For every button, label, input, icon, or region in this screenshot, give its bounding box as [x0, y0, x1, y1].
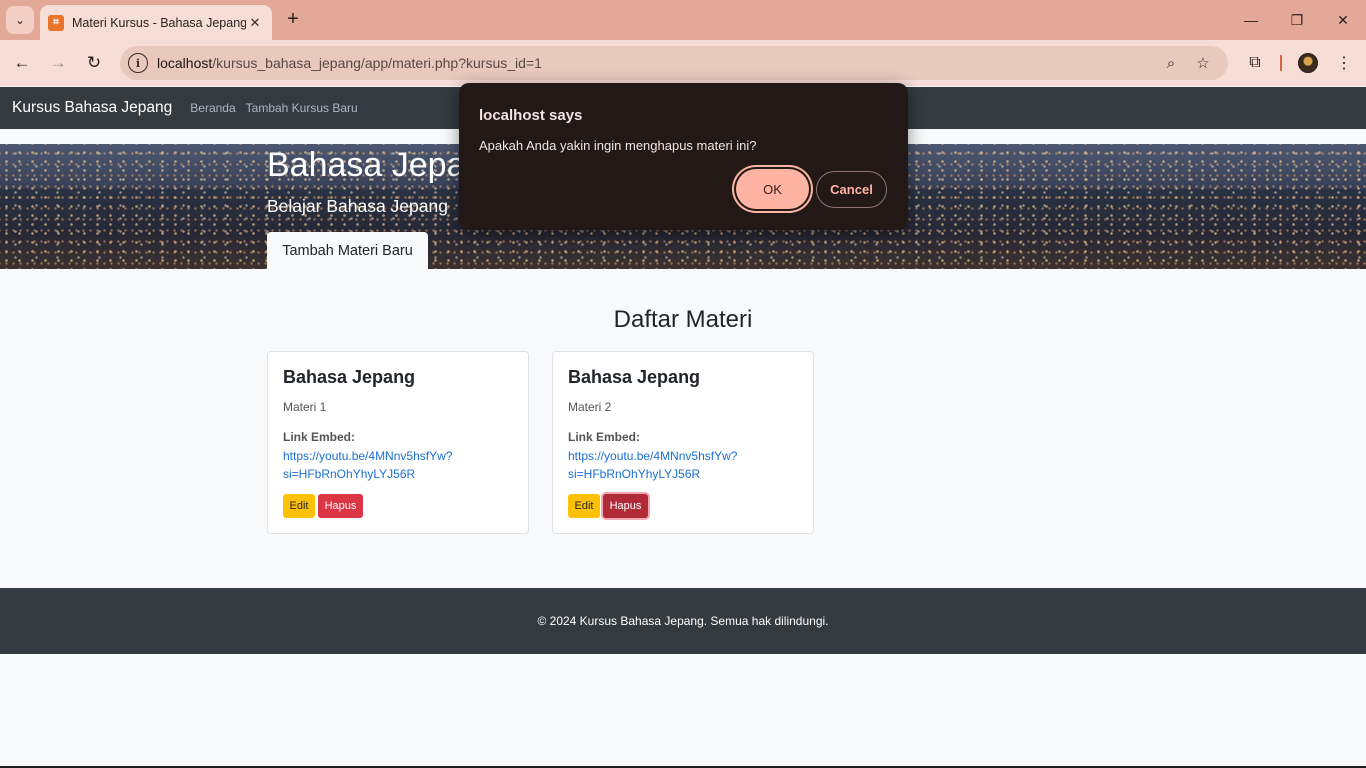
favicon-icon: ⌗ — [48, 14, 64, 31]
nav-link-tambah-kursus[interactable]: Tambah Kursus Baru — [246, 101, 358, 115]
back-icon[interactable]: ← — [8, 49, 36, 77]
add-material-button[interactable]: Tambah Materi Baru — [267, 232, 428, 269]
zoom-icon[interactable]: ⌕ — [1160, 52, 1182, 74]
embed-link[interactable]: https://youtu.be/4MNnv5hsfYw?si=HFbRnOhY… — [283, 447, 483, 483]
tab-title: Materi Kursus - Bahasa Jepang — [72, 15, 246, 30]
url-text[interactable]: localhost/kursus_bahasa_jepang/app/mater… — [157, 55, 542, 71]
tab-close-icon[interactable]: ✕ — [246, 14, 264, 32]
forward-icon[interactable]: → — [44, 49, 72, 77]
close-window-icon[interactable]: ✕ — [1331, 8, 1355, 32]
site-footer: © 2024 Kursus Bahasa Jepang. Semua hak d… — [0, 588, 1366, 654]
delete-button[interactable]: Hapus — [603, 494, 648, 518]
reload-icon[interactable]: ↻ — [80, 49, 108, 77]
delete-button[interactable]: Hapus — [318, 494, 363, 518]
dialog-cancel-button[interactable]: Cancel — [816, 171, 887, 208]
embed-link[interactable]: https://youtu.be/4MNnv5hsfYw?si=HFbRnOhY… — [568, 447, 768, 483]
section-title: Daftar Materi — [613, 306, 753, 333]
browser-titlebar: ⌄ ⌗ Materi Kursus - Bahasa Jepang ✕ + — … — [0, 0, 1366, 40]
edit-button[interactable]: Edit — [283, 494, 315, 518]
extensions-icon[interactable]: ⧉ — [1243, 51, 1267, 75]
footer-text: © 2024 Kursus Bahasa Jepang. Semua hak d… — [537, 614, 829, 628]
toolbar-divider — [1280, 55, 1282, 71]
profile-avatar[interactable] — [1298, 53, 1318, 73]
edit-button[interactable]: Edit — [568, 494, 600, 518]
browser-tab-active[interactable]: ⌗ Materi Kursus - Bahasa Jepang ✕ — [40, 5, 272, 40]
dialog-message: Apakah Anda yakin ingin menghapus materi… — [479, 138, 757, 153]
link-embed-label: Link Embed: — [568, 430, 641, 444]
browser-toolbar: ← → ↻ i localhost/kursus_bahasa_jepang/a… — [0, 40, 1366, 86]
material-card: Bahasa Jepang Materi 1 Link Embed: https… — [267, 351, 529, 534]
navbar-brand[interactable]: Kursus Bahasa Jepang — [12, 99, 172, 117]
restore-icon[interactable]: ❐ — [1285, 8, 1309, 32]
dialog-ok-button[interactable]: OK — [736, 169, 809, 209]
tab-search-icon[interactable]: ⌄ — [6, 6, 34, 34]
minimize-icon[interactable]: — — [1239, 8, 1263, 32]
card-title: Bahasa Jepang — [568, 367, 701, 387]
bookmark-star-icon[interactable]: ☆ — [1192, 52, 1214, 74]
menu-icon[interactable]: ⋮ — [1332, 51, 1356, 75]
confirm-dialog: localhost says Apakah Anda yakin ingin m… — [459, 83, 908, 230]
material-card: Bahasa Jepang Materi 2 Link Embed: https… — [552, 351, 814, 534]
card-subtitle: Materi 1 — [283, 400, 327, 414]
site-info-icon[interactable]: i — [128, 53, 148, 73]
hero-subtitle: Belajar Bahasa Jepang — [267, 196, 448, 216]
dialog-title: localhost says — [479, 107, 583, 124]
nav-link-beranda[interactable]: Beranda — [190, 101, 235, 115]
link-embed-label: Link Embed: — [283, 430, 356, 444]
new-tab-icon[interactable]: + — [282, 8, 304, 30]
card-subtitle: Materi 2 — [568, 400, 612, 414]
card-title: Bahasa Jepang — [283, 367, 416, 387]
address-bar[interactable]: i localhost/kursus_bahasa_jepang/app/mat… — [120, 46, 1228, 80]
